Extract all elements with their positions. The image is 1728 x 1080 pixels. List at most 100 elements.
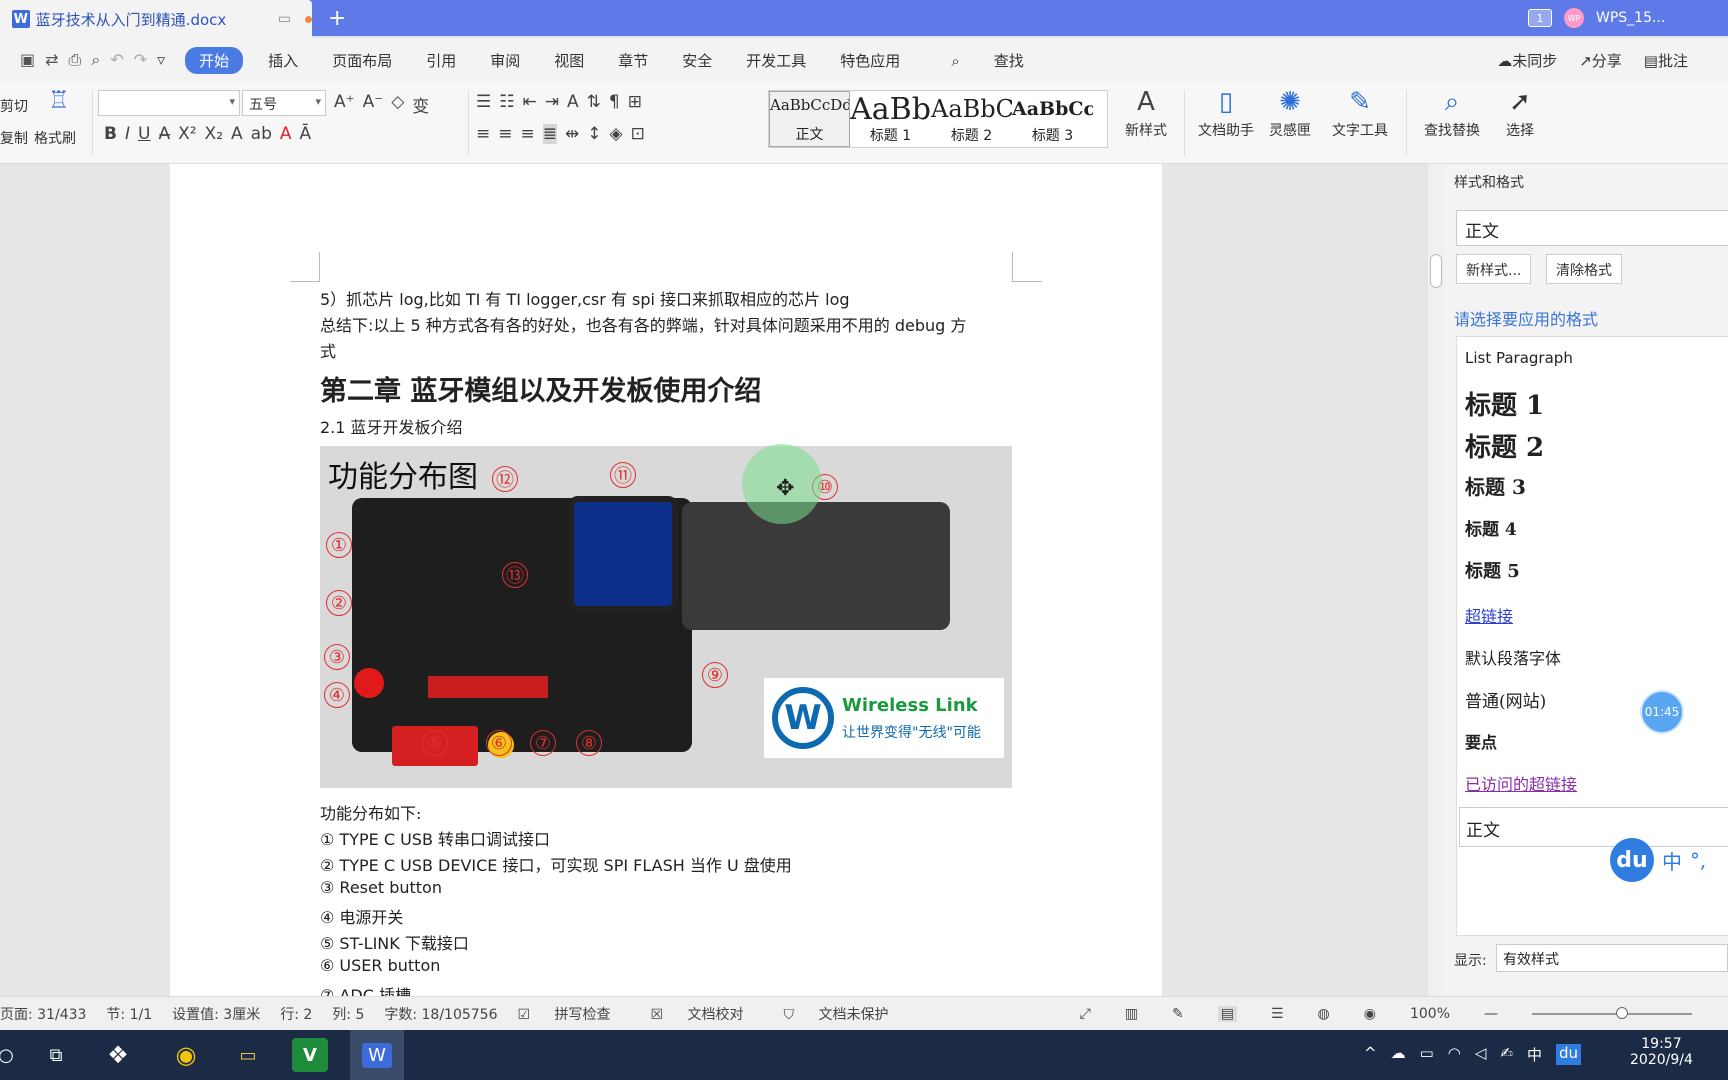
font-color-icon[interactable]: A [280,124,292,144]
customize-icon[interactable]: ▿ [157,50,165,70]
new-style-pane-button[interactable]: 新样式... [1456,254,1532,284]
new-tab-button[interactable]: + [328,6,346,31]
chrome-icon[interactable]: ◉ [168,1038,204,1072]
board-figure[interactable]: 功能分布图 ① ② ③ ④ ⑤ ⑥ ⑦ ⑧ ⑨ ⑩ ⑪ ⑫ ⑬ W Wirele… [320,446,1012,788]
edit-view-icon[interactable]: ✎ [1172,1006,1184,1022]
print-icon[interactable]: ⎙ [69,50,82,70]
tab-references[interactable]: 引用 [409,50,473,71]
style-heading-2[interactable]: AaBbC 标题 2 [931,91,1012,147]
section-indicator[interactable]: 节: 1/1 [106,1004,152,1024]
tab-chapter[interactable]: 章节 [601,50,665,71]
tab-insert[interactable]: 插入 [251,50,315,71]
account-name[interactable]: WPS_15... [1596,10,1665,26]
fullscreen-icon[interactable]: ⤢ [1080,1006,1091,1022]
account-avatar-icon[interactable]: WP [1564,8,1584,28]
paragraph[interactable]: 5）抓芯片 log,比如 TI 有 TI logger,csr 有 spi 接口… [320,286,850,310]
highlight-icon[interactable]: ab [251,124,272,144]
page-indicator[interactable]: 页面: 31/433 [0,1004,86,1024]
vim-icon[interactable]: V [292,1038,328,1072]
inspiration-button[interactable]: ✺ 灵感匣 [1262,84,1318,140]
output-icon[interactable]: ⇄ [45,50,58,70]
text-effect-icon[interactable]: A [231,124,243,144]
search-button[interactable]: ⌕ 查找 [917,50,1057,71]
underline-icon[interactable]: U [138,124,150,144]
reading-view-icon[interactable]: ▥ [1125,1006,1138,1022]
find-replace-button[interactable]: ⌕ 查找替换 [1414,84,1490,140]
chapter-heading[interactable]: 第二章 蓝牙模组以及开发板使用介绍 [320,369,761,408]
decrease-indent-icon[interactable]: ⇤ [523,92,537,112]
pane-title[interactable]: 样式和格式 [1454,172,1524,192]
clear-format-icon[interactable]: ◇ [391,92,404,117]
paragraph[interactable]: 总结下:以上 5 种方式各有各的好处，也各有各的弊端，针对具体问题采用不用的 d… [320,312,966,336]
style-item[interactable]: 已访问的超链接 [1465,771,1577,795]
sync-button[interactable]: ☁未同步 [1497,50,1557,71]
recording-timer[interactable]: 01:45 [1640,690,1684,734]
strikethrough-icon[interactable]: A̶ [158,124,170,144]
baidu-ime-icon[interactable]: du [1610,838,1654,882]
style-normal[interactable]: AaBbCcDd 正文 [769,91,850,147]
char-shading-icon[interactable]: Ā [300,124,312,144]
italic-icon[interactable]: I [125,124,130,144]
font-name-select[interactable] [98,90,240,116]
style-heading-3[interactable]: AaBbCcI标题 3 [1012,91,1093,147]
justify-icon[interactable]: ≣ [542,124,557,144]
protection-button[interactable]: ⛉ 文档未保护 [784,1004,909,1024]
style-item[interactable]: 默认段落字体 [1465,645,1561,669]
zoom-slider-thumb[interactable] [1616,1006,1628,1019]
cut-button[interactable]: 剪切 [0,96,28,116]
zoom-slider[interactable] [1532,1006,1692,1019]
clear-format-button[interactable]: 清除格式 [1546,254,1622,284]
shading-icon[interactable]: ◈ [610,124,623,144]
ime-punctuation-icon[interactable]: °, [1690,848,1706,872]
pen-icon[interactable]: ✍ [1500,1044,1513,1065]
select-button[interactable]: ➚ 选择 [1494,84,1546,140]
tab-special[interactable]: 特色应用 [823,50,917,71]
new-style-button[interactable]: A 新样式 [1116,84,1176,140]
battery-icon[interactable]: ▭ [1420,1044,1434,1065]
shrink-font-icon[interactable]: A⁻ [363,92,384,117]
style-item[interactable]: 超链接 [1465,603,1513,627]
list-item[interactable]: ⑤ ST-LINK 下载接口 [320,930,469,954]
show-filter-select[interactable]: 有效样式 [1496,944,1728,972]
web-view-icon[interactable]: ◍ [1318,1006,1330,1022]
align-center-icon[interactable]: ≡ [498,124,512,144]
subscript-icon[interactable]: X₂ [205,124,223,144]
list-item[interactable]: ⑦ ADC 插槽 [320,982,411,996]
format-painter-icon[interactable]: ♖ [48,86,70,114]
list-item[interactable]: ④ 电源开关 [320,904,403,928]
tab-home[interactable]: 开始 [185,46,244,74]
phonetic-icon[interactable]: 变 [412,92,429,117]
document-tab[interactable]: W 蓝牙技术从入门到精通.docx ▭ [0,0,312,38]
redo-icon[interactable]: ↷ [134,50,147,70]
proofread-button[interactable]: ☒ 文档校对 [651,1004,764,1024]
style-heading-1[interactable]: AaBb 标题 1 [850,91,931,147]
save-icon[interactable]: ▣ [20,50,35,70]
tab-page-layout[interactable]: 页面布局 [315,50,409,71]
style-item[interactable]: 要点 [1465,729,1497,753]
show-marks-icon[interactable]: ¶ [609,92,620,112]
list-intro[interactable]: 功能分布如下: [320,800,421,824]
wps-taskbar-icon[interactable]: W [350,1030,404,1080]
list-item[interactable]: ⑥ USER button [320,956,440,975]
spell-check-button[interactable]: ☑ 拼写检查 [518,1004,631,1024]
copy-button[interactable]: 复制 [0,128,28,148]
font-size-select[interactable]: 五号 [242,90,326,116]
align-right-icon[interactable]: ≡ [521,124,535,144]
cloud-icon[interactable]: ☁ [1391,1044,1406,1065]
current-style-field[interactable]: 正文 [1456,210,1728,246]
comment-button[interactable]: ▤批注 [1644,50,1688,71]
monitor-icon[interactable]: ▭ [278,11,291,27]
style-item[interactable]: 标题 2 [1465,427,1544,464]
clock[interactable]: 19:57 2020/9/4 [1630,1036,1693,1068]
wifi-icon[interactable]: ◠ [1448,1044,1461,1065]
text-tools-button[interactable]: ✎ 文字工具 [1322,84,1398,140]
superscript-icon[interactable]: X² [178,124,196,144]
volume-icon[interactable]: ◁ [1475,1044,1487,1065]
print-preview-icon[interactable]: ⌕ [91,50,100,70]
zoom-out-icon[interactable]: — [1484,1006,1498,1022]
border-icon[interactable]: ⊡ [631,124,645,144]
distributed-icon[interactable]: ⇹ [565,124,579,144]
style-item[interactable]: 标题 3 [1465,471,1526,500]
numbered-list-icon[interactable]: ☷ [499,92,514,112]
tab-view[interactable]: 视图 [537,50,601,71]
